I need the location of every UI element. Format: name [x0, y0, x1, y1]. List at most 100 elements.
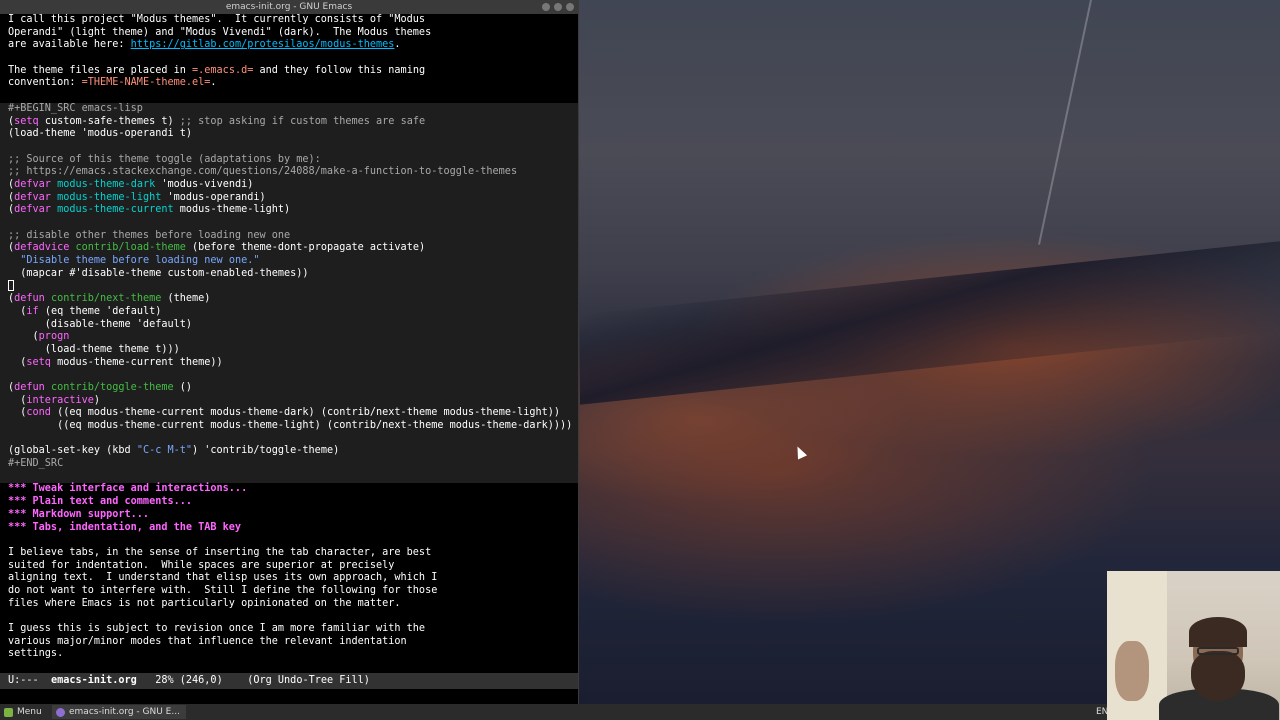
buffer-text: (mapcar #'disable-theme custom-enabled-t…: [8, 267, 309, 279]
buffer-line[interactable]: are available here: https://gitlab.com/p…: [8, 39, 578, 52]
buffer-text: modus-theme-light): [173, 204, 291, 216]
buffer-text: interactive: [26, 394, 94, 406]
buffer-line[interactable]: (defvar modus-theme-light 'modus-operand…: [0, 191, 578, 205]
buffer-line[interactable]: (disable-theme 'default): [0, 318, 578, 332]
buffer-text: (disable-theme 'default): [8, 318, 193, 330]
buffer-text: cond: [26, 407, 51, 419]
buffer-text: (: [8, 356, 27, 368]
buffer-line[interactable]: [0, 140, 578, 154]
buffer-text: if: [26, 305, 39, 317]
buffer-line[interactable]: (interactive): [0, 394, 578, 408]
buffer-text: *** Markdown support...: [8, 508, 150, 520]
buffer-line[interactable]: (defvar modus-theme-current modus-theme-…: [0, 204, 578, 217]
mode-line[interactable]: U:--- emacs-init.org 28% (246,0) (Org Un…: [0, 673, 578, 689]
modeline-position: 28% (246,0): [155, 675, 223, 686]
buffer-line[interactable]: (mapcar #'disable-theme custom-enabled-t…: [0, 267, 578, 281]
buffer-line[interactable]: (defadvice contrib/load-theme (before th…: [0, 242, 578, 256]
buffer-line[interactable]: I guess this is subject to revision once…: [8, 623, 578, 636]
buffer-line[interactable]: (cond ((eq modus-theme-current modus-the…: [0, 407, 578, 420]
buffer-line[interactable]: (if (eq theme 'default): [0, 305, 578, 319]
buffer-text: defvar: [14, 204, 51, 216]
buffer-line[interactable]: [8, 90, 578, 103]
buffer-text: (: [8, 407, 27, 419]
buffer-text: *** Tweak interface and interactions...: [8, 483, 248, 495]
buffer-line[interactable]: suited for indentation. While spaces are…: [8, 560, 578, 573]
buffer-text: *** Plain text and comments...: [8, 496, 193, 508]
minimize-button[interactable]: [542, 3, 550, 11]
buffer-link[interactable]: https://gitlab.com/protesilaos/modus-the…: [131, 39, 395, 50]
buffer-line[interactable]: ((eq modus-theme-current modus-theme-lig…: [0, 420, 578, 433]
buffer-line[interactable]: "Disable theme before loading new one.": [0, 255, 578, 268]
buffer-text: modus-theme-light: [57, 191, 162, 203]
buffer-line[interactable]: (load-theme theme t))): [0, 343, 578, 357]
buffer-text: suited for indentation. While spaces are…: [8, 559, 395, 571]
buffer-line[interactable]: (defvar modus-theme-dark 'modus-vivendi): [0, 178, 578, 192]
echo-area[interactable]: [0, 689, 578, 704]
buffer-text: [8, 255, 20, 266]
buffer-text: =THEME-NAME-theme.el=: [81, 77, 211, 89]
buffer-line[interactable]: (defun contrib/toggle-theme (): [0, 381, 578, 395]
buffer-text: (: [8, 305, 27, 317]
window-title: emacs-init.org - GNU Emacs: [225, 2, 353, 12]
buffer-line[interactable]: [0, 470, 578, 484]
buffer-line[interactable]: (progn: [0, 331, 578, 344]
buffer-line[interactable]: I believe tabs, in the sense of insertin…: [8, 547, 578, 560]
buffer-line[interactable]: ;; disable other themes before loading n…: [0, 229, 578, 243]
buffer-line[interactable]: aligning text. I understand that elisp u…: [8, 572, 578, 585]
buffer-line[interactable]: (defun contrib/next-theme (theme): [0, 293, 578, 306]
buffer-line[interactable]: I call this project "Modus themes". It c…: [8, 14, 578, 27]
wallpaper-crater-ridge: [580, 241, 1280, 405]
buffer-line[interactable]: (setq custom-safe-themes t) ;; stop aski…: [0, 115, 578, 129]
buffer-line[interactable]: *** Plain text and comments...: [8, 496, 578, 509]
buffer-text: modus-theme-current: [57, 204, 174, 216]
buffer-line[interactable]: #+END_SRC: [0, 458, 578, 471]
maximize-button[interactable]: [554, 3, 562, 11]
buffer-line[interactable]: files where Emacs is not particularly op…: [8, 598, 578, 611]
buffer-text: .: [394, 39, 401, 51]
buffer-line[interactable]: convention: =THEME-NAME-theme.el=.: [8, 77, 578, 90]
buffer-line[interactable]: ;; https://emacs.stackexchange.com/quest…: [0, 166, 578, 179]
buffer-text: contrib/toggle-theme: [50, 381, 174, 393]
buffer-line[interactable]: [8, 610, 578, 623]
buffer-text: defvar: [14, 178, 51, 190]
taskbar-item-label: emacs-init.org - GNU E...: [69, 707, 180, 717]
buffer-line[interactable]: various major/minor modes that influence…: [8, 636, 578, 649]
buffer-line[interactable]: (load-theme 'modus-operandi t): [0, 128, 578, 141]
buffer-line[interactable]: Operandi" (light theme) and "Modus Viven…: [8, 27, 578, 40]
buffer-text: ((eq modus-theme-current modus-theme-dar…: [50, 407, 561, 419]
buffer-line[interactable]: ;; Source of this theme toggle (adaptati…: [0, 153, 578, 167]
taskbar-item-emacs[interactable]: emacs-init.org - GNU E...: [52, 705, 186, 719]
emacs-window[interactable]: emacs-init.org - GNU Emacs I call this p…: [0, 0, 579, 704]
buffer-line[interactable]: *** Tweak interface and interactions...: [8, 483, 578, 496]
editor-buffer[interactable]: I call this project "Modus themes". It c…: [0, 14, 578, 674]
buffer-line[interactable]: *** Tabs, indentation, and the TAB key: [8, 522, 578, 535]
buffer-text: (load-theme 'modus-operandi t): [8, 128, 193, 140]
buffer-line[interactable]: [0, 280, 578, 294]
buffer-text: "Disable theme before loading new one.": [20, 255, 260, 267]
buffer-text: (before theme-dont-propagate activate): [185, 242, 426, 254]
emacs-icon: [56, 707, 65, 717]
webcam-person-hair: [1189, 617, 1247, 647]
buffer-text: (: [8, 394, 27, 406]
buffer-line[interactable]: The theme files are placed in =.emacs.d=…: [8, 65, 578, 78]
buffer-line[interactable]: (global-set-key (kbd "C-c M-t") 'contrib…: [0, 445, 578, 459]
buffer-line[interactable]: settings.: [8, 648, 578, 661]
buffer-line[interactable]: #+BEGIN_SRC emacs-lisp: [0, 102, 578, 116]
buffer-text: =.emacs.d=: [192, 64, 254, 76]
buffer-line[interactable]: *** Markdown support...: [8, 509, 578, 522]
buffer-line[interactable]: [8, 534, 578, 547]
close-button[interactable]: [566, 3, 574, 11]
buffer-line[interactable]: [8, 52, 578, 65]
buffer-line[interactable]: (setq modus-theme-current theme)): [0, 356, 578, 370]
buffer-text: ): [93, 394, 101, 406]
window-titlebar[interactable]: emacs-init.org - GNU Emacs: [0, 0, 578, 14]
text-cursor: [8, 280, 14, 292]
menu-button[interactable]: Menu: [4, 704, 42, 720]
buffer-text: progn: [38, 331, 70, 343]
buffer-text: (load-theme theme t))): [8, 343, 180, 355]
buffer-text: (: [8, 331, 39, 343]
buffer-line[interactable]: do not want to interfere with. Still I d…: [8, 585, 578, 598]
buffer-line[interactable]: [0, 369, 578, 382]
buffer-line[interactable]: [0, 432, 578, 446]
buffer-line[interactable]: [0, 217, 578, 230]
